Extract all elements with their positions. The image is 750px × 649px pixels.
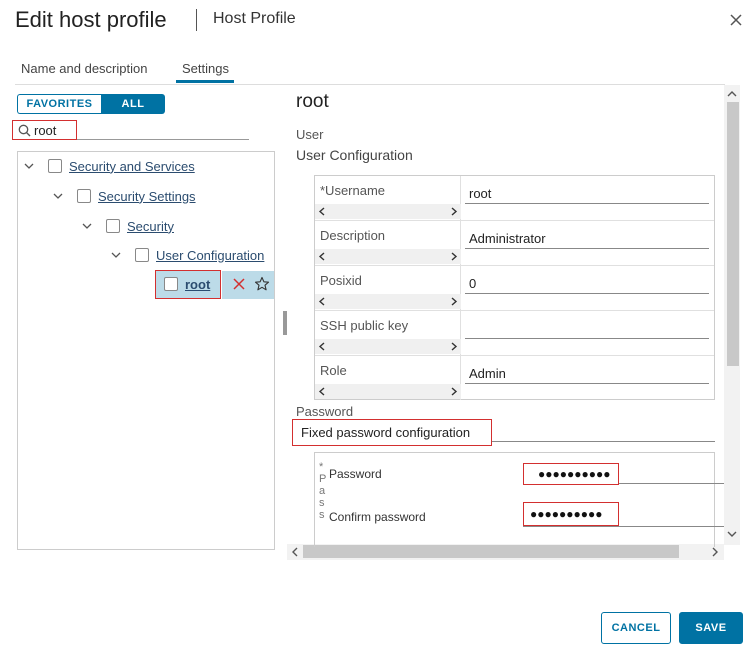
dialog-subtitle: Host Profile	[213, 10, 296, 27]
field-label: *Username	[320, 183, 386, 198]
chevron-left-icon[interactable]	[318, 387, 326, 396]
form-row-ssh-key: SSH public key	[315, 311, 714, 356]
form-row-description: Description	[315, 221, 714, 266]
all-toggle-button[interactable]: ALL	[101, 94, 165, 114]
tabs-divider	[15, 84, 725, 85]
chevron-right-icon[interactable]	[450, 297, 458, 306]
tree-node-label[interactable]: root	[185, 277, 210, 292]
password-label: Password	[329, 467, 382, 481]
star-icon[interactable]	[254, 276, 270, 292]
chevron-down-icon[interactable]	[53, 191, 63, 201]
field-label: Description	[320, 228, 386, 243]
form-row-role: Role	[315, 356, 714, 401]
password-section-heading: Password	[296, 404, 354, 419]
posixid-input[interactable]	[465, 274, 709, 294]
confirm-password-label: Confirm password	[329, 510, 426, 524]
tree-node-user-configuration: User Configuration	[111, 245, 264, 265]
scroll-down-icon[interactable]	[726, 529, 738, 539]
tree-node-security-and-services: Security and Services	[24, 156, 195, 176]
tree-node-security-settings: Security Settings	[53, 186, 196, 206]
chevron-left-icon[interactable]	[318, 297, 326, 306]
password-mask: ●●●●●●●●●●	[538, 467, 611, 481]
field-label-cell: Posixid	[315, 266, 461, 310]
scroll-right-icon[interactable]	[710, 546, 720, 558]
field-label: SSH public key	[320, 318, 409, 333]
panel-splitter[interactable]	[283, 311, 287, 335]
search-input[interactable]	[34, 121, 234, 139]
role-input[interactable]	[465, 364, 709, 384]
tree-node-root[interactable]: root	[164, 274, 210, 294]
user-config-form: *Username Description Posixid	[314, 175, 715, 400]
section-heading: User	[296, 127, 324, 142]
field-label: Role	[320, 363, 347, 378]
tree-checkbox[interactable]	[77, 189, 91, 203]
confirm-password-mask: ●●●●●●●●●●	[530, 507, 603, 521]
password-clipped-label: * P a s s	[319, 461, 327, 521]
chevron-left-icon[interactable]	[318, 342, 326, 351]
scroll-up-icon[interactable]	[726, 89, 738, 99]
detail-title: root	[296, 91, 329, 112]
ssh-public-key-input[interactable]	[465, 319, 709, 339]
cancel-button[interactable]: CANCEL	[601, 612, 671, 644]
field-label-cell: Role	[315, 356, 461, 400]
confirm-password-input[interactable]: ●●●●●●●●●●	[523, 502, 619, 526]
tree-node-label[interactable]: Security	[127, 219, 174, 234]
close-icon[interactable]	[728, 12, 744, 28]
settings-tree	[17, 151, 275, 550]
confirm-password-underline	[523, 526, 724, 527]
tree-node-security: Security	[82, 216, 174, 236]
chevron-right-icon[interactable]	[450, 387, 458, 396]
tree-checkbox[interactable]	[48, 159, 62, 173]
label-scrollbar[interactable]	[315, 204, 461, 219]
active-tab-indicator	[176, 80, 234, 83]
tree-node-label[interactable]: Security and Services	[69, 159, 195, 174]
form-row-username: *Username	[315, 176, 714, 221]
field-label-cell: SSH public key	[315, 311, 461, 355]
label-scrollbar[interactable]	[315, 249, 461, 264]
tree-node-label[interactable]: Security Settings	[98, 189, 196, 204]
tab-name-and-description[interactable]: Name and description	[21, 61, 147, 76]
username-input[interactable]	[465, 184, 709, 204]
tree-checkbox[interactable]	[135, 248, 149, 262]
tree-checkbox[interactable]	[106, 219, 120, 233]
label-scrollbar[interactable]	[315, 294, 461, 309]
chevron-right-icon[interactable]	[450, 207, 458, 216]
field-label-cell: *Username	[315, 176, 461, 220]
password-option-value[interactable]: Fixed password configuration	[301, 425, 470, 440]
chevron-down-icon[interactable]	[82, 221, 92, 231]
field-label: Posixid	[320, 273, 362, 288]
dialog-title: Edit host profile	[15, 7, 167, 32]
subsection-heading: User Configuration	[296, 147, 413, 163]
remove-icon[interactable]	[232, 277, 246, 291]
password-input[interactable]: ●●●●●●●●●●	[523, 463, 619, 485]
tree-checkbox[interactable]	[164, 277, 178, 291]
favorites-toggle-button[interactable]: FAVORITES	[17, 94, 101, 114]
save-button[interactable]: SAVE	[679, 612, 743, 644]
chevron-right-icon[interactable]	[450, 252, 458, 261]
chevron-left-icon[interactable]	[318, 252, 326, 261]
chevron-right-icon[interactable]	[450, 342, 458, 351]
field-label-cell: Description	[315, 221, 461, 265]
label-scrollbar[interactable]	[315, 384, 461, 399]
chevron-left-icon[interactable]	[318, 207, 326, 216]
tab-settings[interactable]: Settings	[182, 61, 229, 76]
title-divider	[196, 9, 197, 31]
chevron-down-icon[interactable]	[111, 250, 121, 260]
form-row-posixid: Posixid	[315, 266, 714, 311]
chevron-down-icon[interactable]	[24, 161, 34, 171]
label-scrollbar[interactable]	[315, 339, 461, 354]
scroll-left-icon[interactable]	[290, 546, 300, 558]
search-icon	[18, 124, 31, 137]
tree-node-label[interactable]: User Configuration	[156, 248, 264, 263]
description-input[interactable]	[465, 229, 709, 249]
vertical-scroll-thumb[interactable]	[727, 102, 739, 366]
